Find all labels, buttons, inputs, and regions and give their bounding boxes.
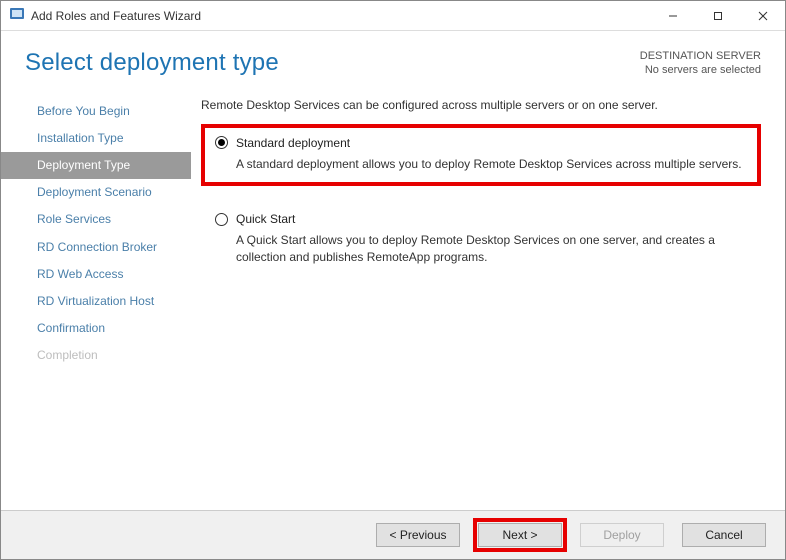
next-button[interactable]: Next > xyxy=(478,523,562,547)
sidebar-item-rd-virtualization-host[interactable]: RD Virtualization Host xyxy=(1,288,191,315)
sidebar-item-role-services[interactable]: Role Services xyxy=(1,206,191,233)
sidebar-item-before-you-begin[interactable]: Before You Begin xyxy=(1,98,191,125)
option-standard-deployment: Standard deployment A standard deployment… xyxy=(201,124,761,187)
sidebar-item-deployment-type[interactable]: Deployment Type xyxy=(1,152,191,179)
option-label[interactable]: Standard deployment xyxy=(236,136,350,150)
sidebar-item-deployment-scenario[interactable]: Deployment Scenario xyxy=(1,179,191,206)
close-button[interactable] xyxy=(740,1,785,30)
radio-row-quick-start: Quick Start xyxy=(215,212,747,226)
header: Select deployment type DESTINATION SERVE… xyxy=(1,31,785,88)
maximize-button[interactable] xyxy=(695,1,740,30)
previous-button[interactable]: < Previous xyxy=(376,523,460,547)
option-description: A standard deployment allows you to depl… xyxy=(236,156,747,173)
sidebar-item-installation-type[interactable]: Installation Type xyxy=(1,125,191,152)
options-group: Standard deployment A standard deployment… xyxy=(201,124,761,280)
intro-text: Remote Desktop Services can be configure… xyxy=(201,98,761,112)
titlebar: Add Roles and Features Wizard xyxy=(1,1,785,31)
main-panel: Remote Desktop Services can be configure… xyxy=(191,88,785,510)
window-title: Add Roles and Features Wizard xyxy=(31,9,201,23)
option-description: A Quick Start allows you to deploy Remot… xyxy=(236,232,747,266)
destination-block: DESTINATION SERVER No servers are select… xyxy=(640,49,761,78)
window-controls xyxy=(650,1,785,30)
destination-heading: DESTINATION SERVER xyxy=(640,49,761,63)
minimize-button[interactable] xyxy=(650,1,695,30)
deploy-button: Deploy xyxy=(580,523,664,547)
page-title: Select deployment type xyxy=(25,49,279,77)
body: Before You BeginInstallation TypeDeploym… xyxy=(1,88,785,511)
option-label[interactable]: Quick Start xyxy=(236,212,295,226)
sidebar-item-rd-web-access[interactable]: RD Web Access xyxy=(1,261,191,288)
sidebar-item-confirmation[interactable]: Confirmation xyxy=(1,315,191,342)
radio-row-standard-deployment: Standard deployment xyxy=(215,136,747,150)
wizard-sidebar: Before You BeginInstallation TypeDeploym… xyxy=(1,88,191,510)
sidebar-item-completion: Completion xyxy=(1,342,191,369)
wizard-window: Add Roles and Features Wizard Select dep… xyxy=(0,0,786,560)
sidebar-item-rd-connection-broker[interactable]: RD Connection Broker xyxy=(1,234,191,261)
radio-standard-deployment[interactable] xyxy=(215,136,228,149)
cancel-button[interactable]: Cancel xyxy=(682,523,766,547)
destination-value: No servers are selected xyxy=(640,63,761,77)
footer: < Previous Next > Deploy Cancel xyxy=(1,511,785,559)
app-icon xyxy=(9,6,25,25)
radio-quick-start[interactable] xyxy=(215,213,228,226)
next-highlight: Next > xyxy=(473,518,567,552)
titlebar-left: Add Roles and Features Wizard xyxy=(1,6,201,25)
option-quick-start: Quick Start A Quick Start allows you to d… xyxy=(201,200,761,280)
